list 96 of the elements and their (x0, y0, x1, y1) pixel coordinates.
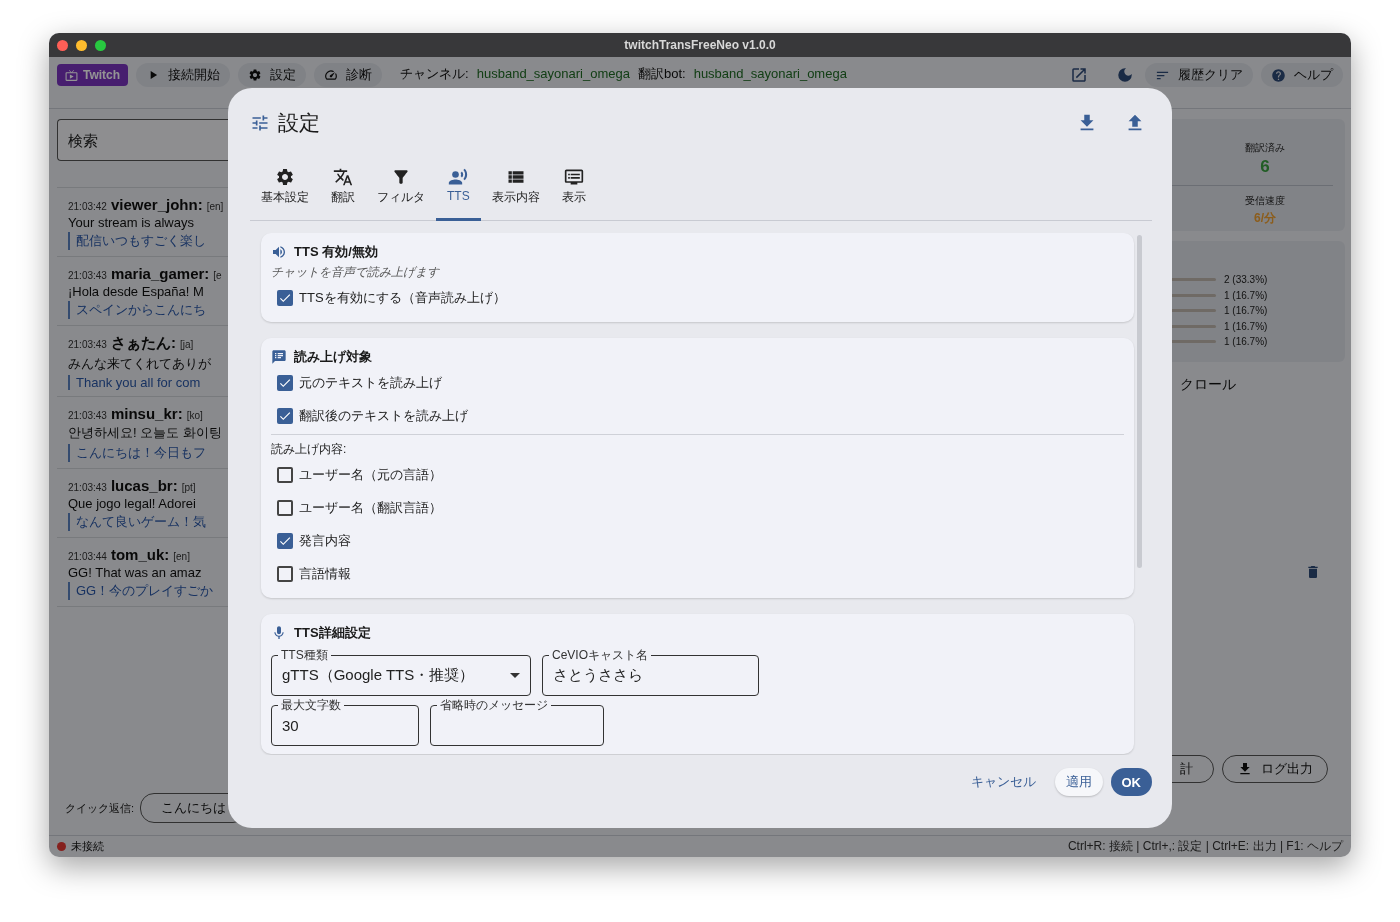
toolbar-button[interactable]: 履歴クリア (1145, 63, 1253, 87)
checkbox[interactable] (277, 499, 293, 516)
tab[interactable]: 表示 (550, 159, 597, 222)
tab[interactable]: TTS (436, 159, 481, 222)
download-icon (1237, 761, 1253, 777)
toolbar-button[interactable]: 接続開始 (136, 63, 231, 87)
timestamp: 21:03:43 (68, 482, 107, 493)
language-tag: [ja] (179, 339, 194, 350)
language-tag: [e (213, 270, 222, 281)
connection-status: 未接続 (57, 839, 104, 854)
tab[interactable]: 表示内容 (480, 159, 551, 222)
gear-icon (275, 167, 295, 188)
checkbox-label: 言語情報 (299, 564, 351, 583)
translate-icon (333, 167, 353, 188)
notes-icon (271, 349, 287, 366)
checkbox-label: ユーザー名（翻訳言語） (299, 498, 442, 517)
autoscroll-label: クロール (1180, 375, 1237, 394)
toolbar-button[interactable]: 設定 (238, 63, 307, 87)
timestamp: 21:03:43 (68, 270, 107, 281)
language-tag: [en] (173, 551, 190, 562)
bot-name: husband_sayonari_omega (693, 65, 847, 83)
toolbar-button[interactable]: 診断 (314, 63, 383, 87)
tab[interactable]: 基本設定 (250, 159, 320, 222)
search-field[interactable]: 検索 (57, 119, 229, 161)
username: tom_uk: (110, 546, 170, 563)
section-subtitle: チャットを音声で読み上げます (271, 264, 441, 282)
settings-icon (248, 68, 263, 82)
dialog-button[interactable]: キャンセル (959, 768, 1047, 797)
username: minsu_kr: (110, 405, 183, 422)
microphone-icon (271, 625, 287, 642)
message-text: みんな来てくれてありが (68, 355, 212, 373)
message-text: GG! That was an amaz (68, 565, 203, 580)
channel-label: チャンネル: (400, 65, 469, 83)
maximize-button[interactable] (95, 40, 106, 51)
stat-label: 受信速度 (1245, 194, 1285, 208)
message-text: 안녕하세요! 오늘도 화이팅 (68, 424, 223, 442)
dialog-button[interactable]: 適用 (1054, 768, 1103, 797)
checkbox[interactable] (277, 407, 293, 424)
timestamp: 21:03:43 (68, 410, 107, 421)
username: lucas_br: (110, 477, 178, 494)
trash-icon[interactable] (1305, 563, 1321, 580)
language-tag: [pt] (181, 482, 196, 493)
checkbox-label: TTSを有効にする（音声読み上げ） (299, 288, 506, 307)
count-label: 1 (16.7%) (1224, 336, 1268, 348)
stat-value: 6/分 (1254, 210, 1276, 227)
language-tag: [en] (206, 201, 224, 212)
count-label: 1 (16.7%) (1224, 320, 1268, 332)
tab[interactable]: 翻訳 (320, 159, 366, 222)
toolbar-button[interactable]: ヘルプ (1261, 63, 1343, 87)
count-label: 1 (16.7%) (1224, 289, 1268, 301)
twitch-button[interactable]: Twitch (57, 64, 129, 86)
checkbox[interactable] (277, 532, 293, 549)
section-title: TTS詳細設定 (294, 624, 371, 643)
count-label: 1 (16.7%) (1224, 305, 1268, 317)
section-title: TTS 有効/無効 (294, 243, 378, 262)
message-text: Your stream is always (68, 215, 195, 230)
dialog-button[interactable]: OK (1110, 768, 1152, 797)
username: maria_gamer: (110, 265, 210, 282)
section-caption: 読み上げ内容: (271, 441, 348, 459)
help-icon (1271, 67, 1286, 83)
section-title: 読み上げ対象 (294, 348, 372, 367)
channel-name: husband_sayonari_omega (476, 65, 630, 83)
scrollbar[interactable] (1137, 235, 1142, 569)
checkbox[interactable] (277, 466, 293, 483)
checkbox-label: ユーザー名（元の言語） (299, 465, 442, 484)
message-text: Que jogo legal! Adorei (68, 496, 197, 511)
checkbox[interactable] (277, 289, 293, 306)
dialog-title: 設定 (278, 109, 320, 136)
person-speaking-icon (448, 167, 469, 188)
language-tag: [ko] (186, 410, 203, 421)
checkbox-label: 発言内容 (299, 531, 351, 550)
shortcut-hints: Ctrl+R: 接続 | Ctrl+,: 設定 | Ctrl+E: 出力 | F1: ヘルプ (1067, 838, 1343, 855)
count-label: 2 (33.3%) (1224, 274, 1268, 286)
timestamp: 21:03:44 (68, 551, 107, 562)
checkbox[interactable] (277, 565, 293, 582)
checkbox-label: 翻訳後のテキストを読み上げ (299, 406, 468, 425)
stat-label: 翻訳済み (1245, 141, 1285, 155)
speaker-icon (271, 244, 287, 261)
timestamp: 21:03:42 (68, 201, 107, 212)
checkbox[interactable] (277, 374, 293, 391)
quick-reply-label: クイック返信: (65, 800, 135, 816)
tab[interactable]: フィルタ (366, 159, 436, 222)
username: viewer_john: (110, 196, 203, 213)
bot-label: 翻訳bot: (637, 65, 686, 83)
close-button[interactable] (57, 40, 68, 51)
caret-icon (510, 673, 520, 679)
window-title: twitchTransFreeNeo v1.0.0 (624, 38, 776, 52)
timestamp: 21:03:43 (68, 339, 107, 350)
gauge-icon (324, 68, 339, 82)
checkbox-label: 元のテキストを読み上げ (299, 373, 442, 392)
monitor-icon (563, 167, 584, 188)
minimize-button[interactable] (76, 40, 87, 51)
username: さぁたん: (110, 334, 176, 353)
message-text: ¡Hola desde España! M (68, 284, 205, 299)
tv-icon (65, 68, 78, 82)
stat-value: 6 (1260, 157, 1270, 177)
